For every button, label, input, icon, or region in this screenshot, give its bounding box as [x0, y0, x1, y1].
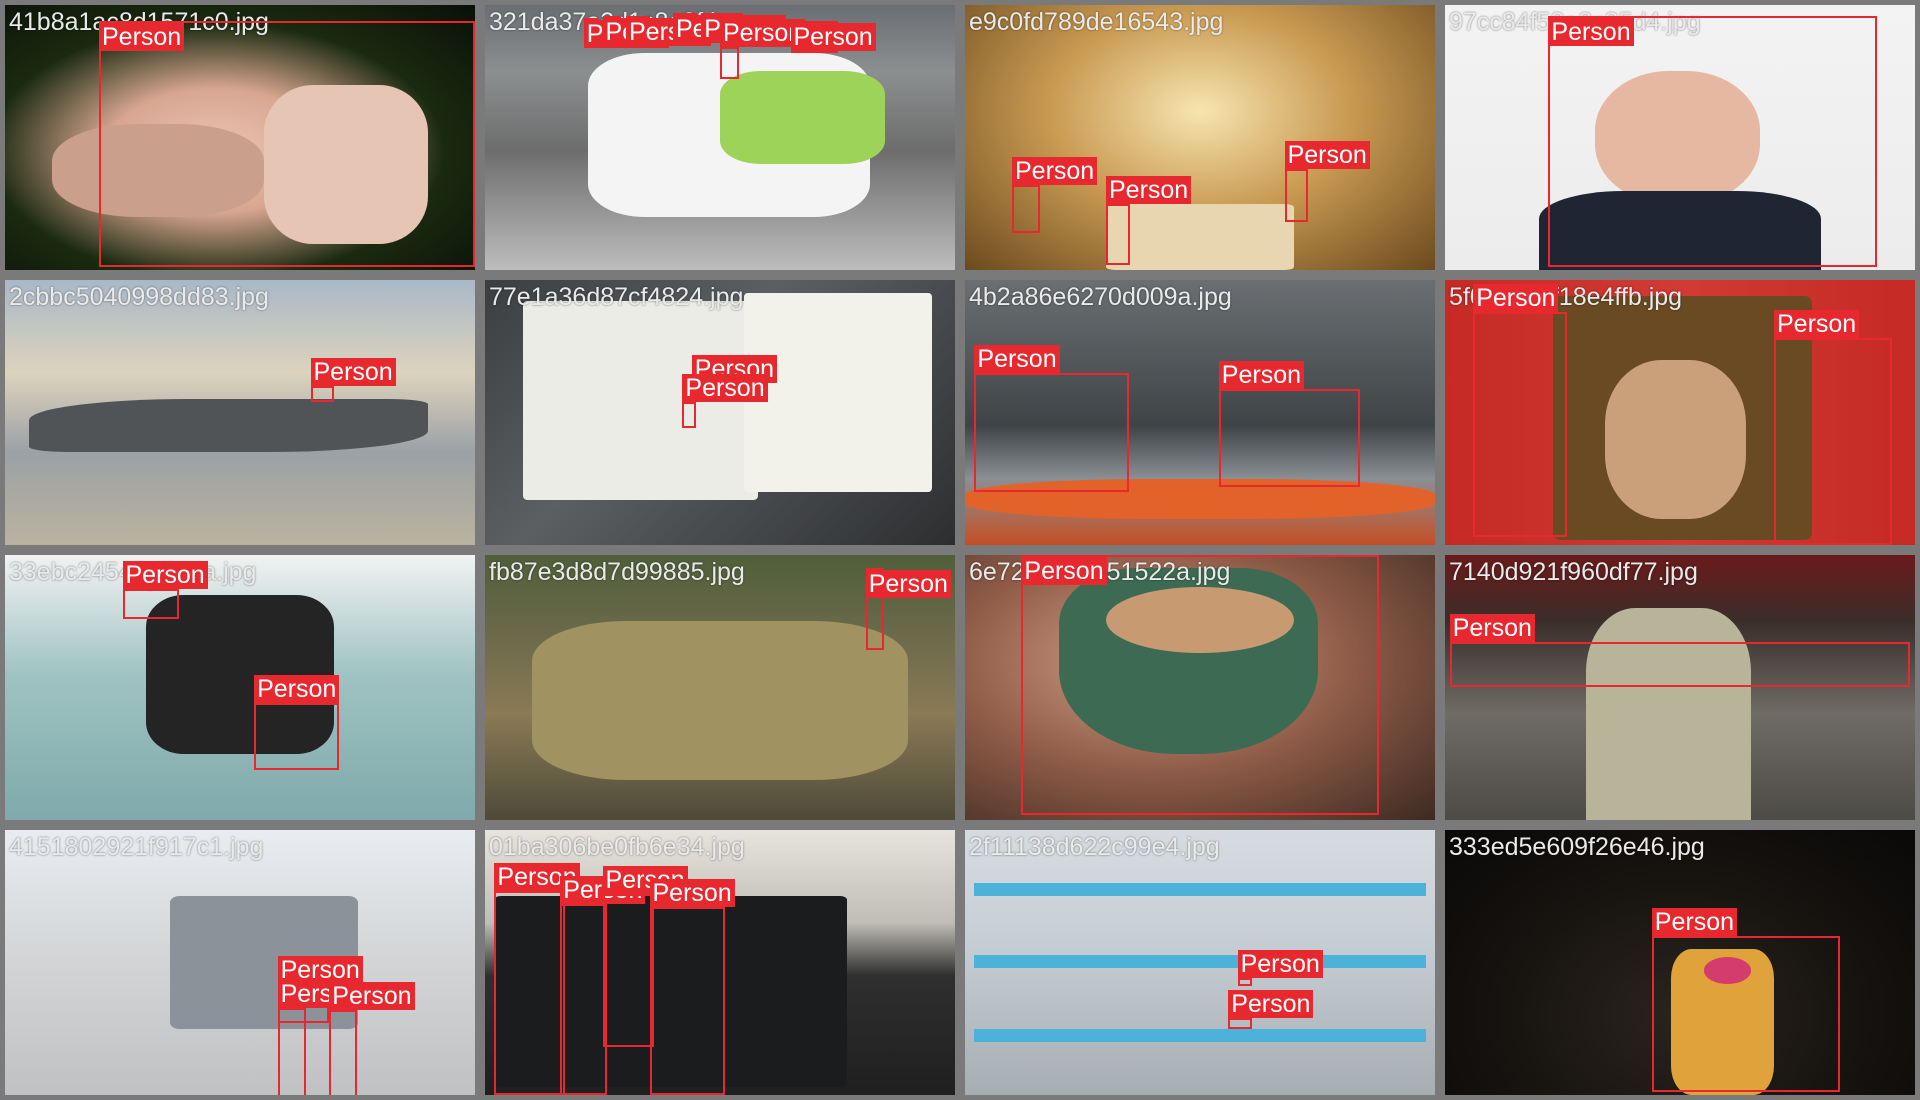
image-tile: 6e72dbc6e751522a.jpgPerson — [965, 555, 1435, 820]
photo-shape — [743, 293, 932, 492]
photo-shape — [28, 399, 428, 453]
box-label: Person — [1228, 990, 1314, 1019]
bounding-box: Person — [1012, 157, 1098, 233]
bounding-box: Person — [1473, 283, 1568, 538]
bounding-box: Person — [602, 865, 688, 1048]
box-label: Person — [99, 22, 185, 51]
box-label: Person — [1774, 310, 1860, 339]
filename-label: 4b2a86e6270d009a.jpg — [969, 283, 1232, 311]
box-label: Person — [254, 675, 340, 704]
box-label: Person — [1218, 360, 1305, 389]
box-label: Person — [790, 22, 876, 51]
bounding-box: Person — [865, 568, 951, 651]
image-tile: 77e1a36d87cf4824.jpg Person Person — [485, 280, 955, 545]
image-tile: 2f11138d622c99e4.jpg Person Person — [965, 830, 1435, 1095]
bounding-box: Person — [1284, 141, 1370, 223]
photo-shape — [1586, 608, 1751, 820]
image-tile: 7140d921f960df77.jpg Person — [1445, 555, 1915, 820]
box-label: Person — [1021, 557, 1107, 585]
box-label: Person — [1473, 283, 1559, 312]
filename-label: 2f11138d622c99e4.jpg — [969, 833, 1220, 861]
photo-shape — [974, 1028, 1426, 1042]
bounding-box: Person — [583, 18, 669, 49]
bounding-box: Person — [1237, 950, 1323, 987]
image-tile: e9c0fd789de16543.jpg Person Person Person — [965, 5, 1435, 270]
box-label: Person — [1012, 157, 1098, 186]
box-label: Person — [865, 570, 951, 599]
box-label: Person — [1106, 175, 1192, 204]
filename-label: 333ed5e609f26e46.jpg — [1449, 833, 1705, 861]
image-tile: 41b8a1ac8d1571c0.jpgPerson — [5, 5, 475, 270]
filename-label: 77e1a36d87cf4824.jpg — [489, 283, 744, 311]
bounding-box: Person — [720, 19, 806, 80]
bounding-box: Person — [560, 876, 646, 1095]
photo-shape — [532, 621, 908, 781]
bounding-box: Person — [1021, 555, 1379, 815]
image-tile: fb87e3d8d7d99885.jpg Person — [485, 555, 955, 820]
bounding-box: Person — [649, 878, 735, 1095]
filename-label: 4151802921f917c1.jpg — [9, 833, 264, 861]
bounding-box: Person — [310, 358, 396, 402]
photo-shape — [974, 954, 1426, 968]
bounding-box: Person — [1106, 175, 1192, 265]
bounding-box: Person — [974, 344, 1130, 492]
box-label: Person — [1651, 908, 1738, 936]
bounding-box: Person — [790, 20, 876, 53]
image-tile: 33ebc24545d071a.jpgPersonPerson — [5, 555, 475, 820]
box-label: Person — [1548, 17, 1634, 46]
filename-label: fb87e3d8d7d99885.jpg — [489, 558, 745, 586]
bounding-box: Person — [494, 862, 580, 1095]
image-tile: 2cbbc5040998dd83.jpg Person — [5, 280, 475, 545]
bounding-box: Person — [1651, 908, 1840, 1093]
filename-label: e9c0fd789de16543.jpg — [969, 8, 1224, 36]
image-tile: 4b2a86e6270d009a.jpg Person Person — [965, 280, 1435, 545]
bounding-box: Person — [1548, 15, 1878, 268]
bounding-box: Person — [673, 12, 759, 43]
photo-shape — [1106, 203, 1294, 270]
bounding-box: Person — [329, 982, 415, 1095]
bounding-box: Person — [99, 20, 475, 268]
photo-shape — [720, 71, 885, 164]
bounding-box: Person — [1228, 990, 1314, 1029]
filename-label: 7140d921f960df77.jpg — [1449, 558, 1698, 586]
box-label: Person — [1449, 614, 1535, 643]
box-label: Person — [310, 358, 396, 386]
image-tile: 333ed5e609f26e46.jpg Person — [1445, 830, 1915, 1095]
bounding-box: Person — [1774, 310, 1892, 545]
image-tile: 5f06a2c0f18e4ffb.jpg Person Person — [1445, 280, 1915, 545]
bounding-box: Person — [122, 561, 208, 619]
box-label: Person — [329, 982, 415, 1011]
box-label: Person — [1284, 141, 1370, 170]
photo-shape — [974, 883, 1426, 897]
filename-label: 01ba306be0fb6e34.jpg — [489, 833, 745, 861]
image-tile: 4151802921f917c1.jpg Person Person Person — [5, 830, 475, 1095]
bounding-box: Person — [1449, 614, 1911, 688]
box-label: Person — [682, 373, 768, 402]
image-tile: 321da37a2d1c8e2f.jpgPersonPersonPersonPe… — [485, 5, 955, 270]
box-label: Person — [974, 344, 1060, 373]
bounding-box: Person — [254, 675, 340, 770]
bounding-box: Person — [682, 373, 768, 429]
box-label: Person — [1237, 950, 1323, 979]
bounding-box: Person — [602, 15, 688, 46]
image-tile: 97cc84f53a2c35d4.jpgPerson — [1445, 5, 1915, 270]
bounding-box: Person — [277, 979, 363, 1095]
detection-grid: 41b8a1ac8d1571c0.jpgPerson321da37a2d1c8e… — [0, 0, 1920, 1100]
bounding-box: Person — [1218, 360, 1360, 487]
filename-label: 2cbbc5040998dd83.jpg — [9, 283, 269, 311]
bounding-box: Person — [626, 15, 712, 46]
box-label: Person — [122, 561, 208, 590]
box-label: Person — [649, 878, 735, 907]
image-tile: 01ba306be0fb6e34.jpgPersonPersonPersonPe… — [485, 830, 955, 1095]
photo-shape — [1604, 359, 1746, 519]
